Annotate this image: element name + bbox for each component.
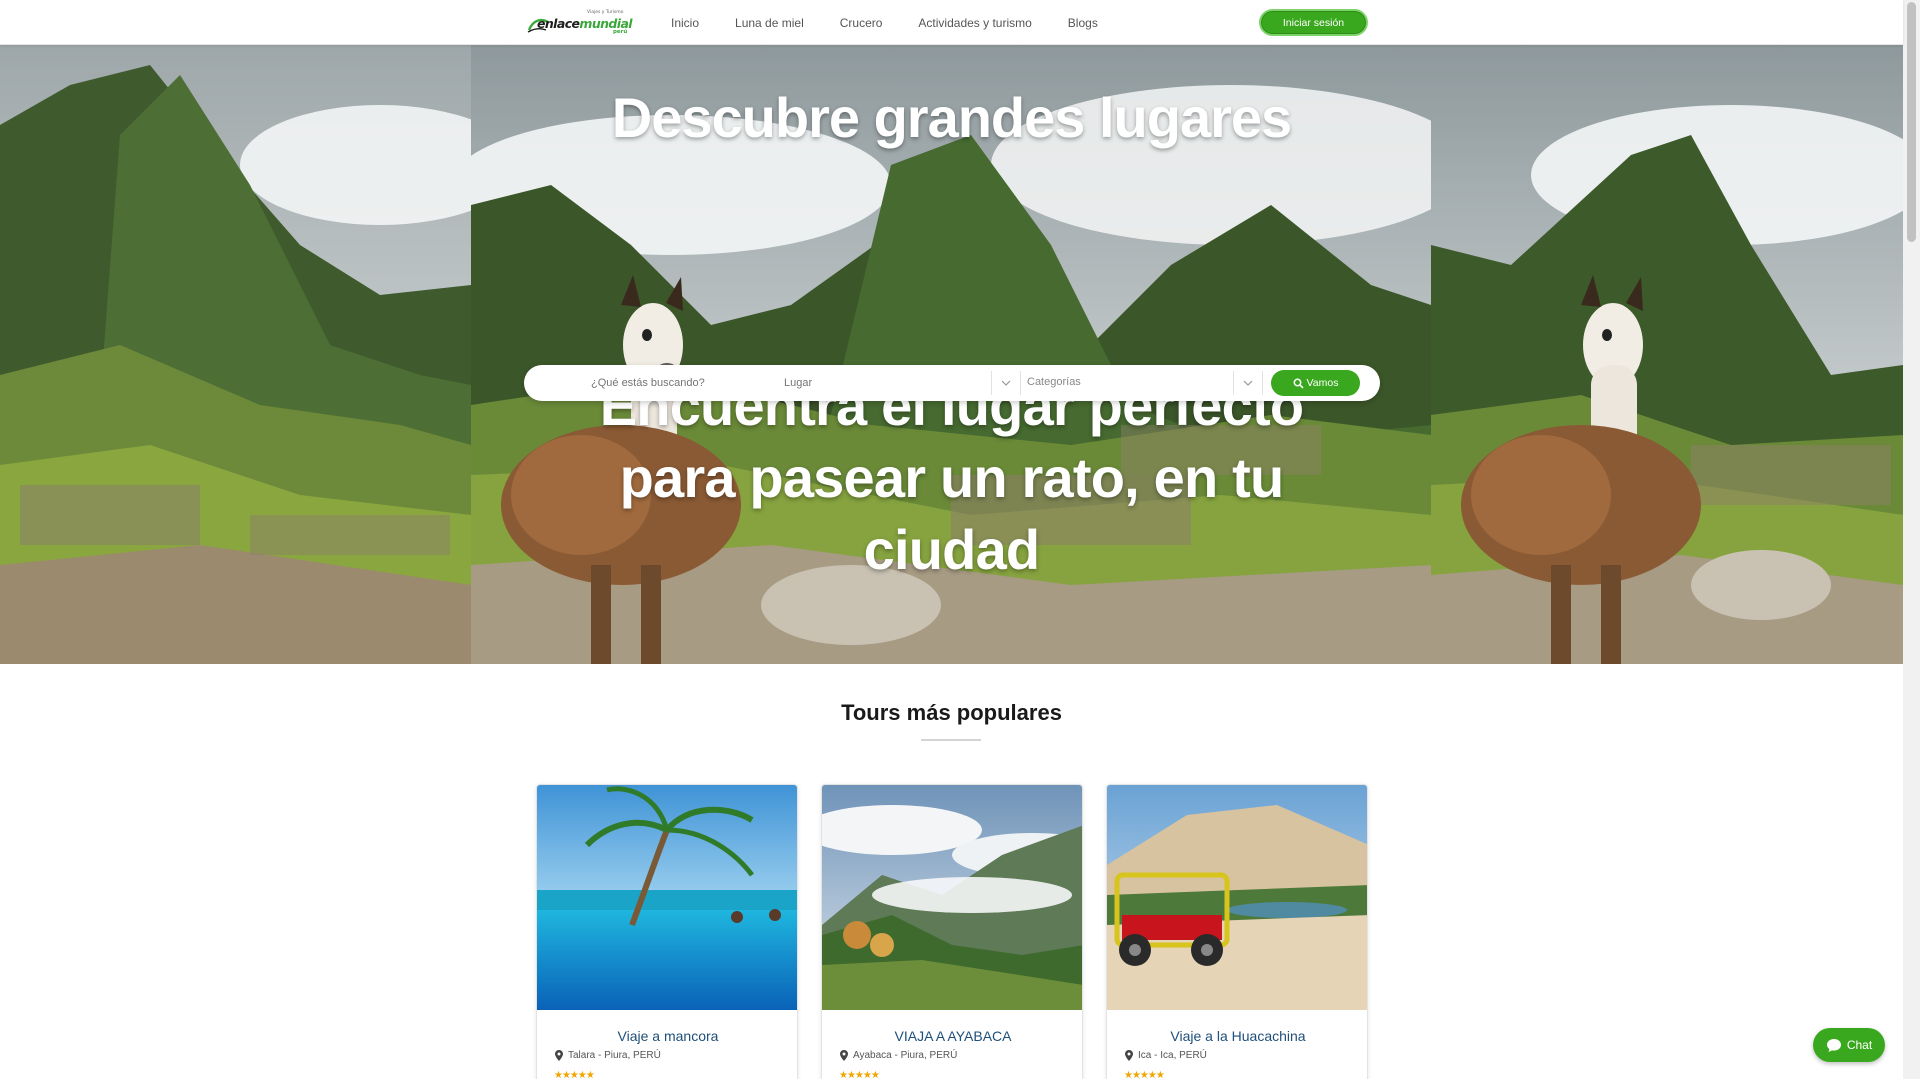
tour-location-text: Talara - Piura, PERÚ — [568, 1050, 661, 1061]
search-divider — [1262, 371, 1263, 395]
login-button[interactable]: Iniciar sesión — [1259, 9, 1368, 36]
logo-text-a: enlace — [537, 16, 580, 31]
nav-item-inicio[interactable]: Inicio — [671, 16, 699, 30]
tour-location-text: Ica - Ica, PERÚ — [1138, 1050, 1207, 1061]
tour-image-huacachina[interactable] — [1107, 785, 1367, 1010]
map-pin-icon — [1125, 1050, 1133, 1061]
page: Viajes y Turismo enlacemundial perú Inic… — [0, 0, 1903, 1079]
tour-location: Talara - Piura, PERÚ — [555, 1050, 661, 1061]
chevron-down-icon[interactable] — [1000, 377, 1012, 389]
search-bar: Categorías Vamos — [524, 365, 1380, 401]
tour-card[interactable]: VIAJA A AYABACA Ayabaca - Piura, PERÚ ★★… — [821, 784, 1083, 1079]
search-input[interactable] — [591, 365, 771, 401]
category-select[interactable]: Categorías — [1027, 376, 1081, 388]
tour-card[interactable]: Viaje a mancora Talara - Piura, PERÚ ★★★… — [536, 784, 798, 1079]
map-pin-icon — [555, 1050, 563, 1061]
search-divider — [1233, 371, 1234, 395]
site-header: Viajes y Turismo enlacemundial perú Inic… — [0, 0, 1903, 45]
nav-item-luna-de-miel[interactable]: Luna de miel — [735, 16, 804, 30]
main-nav: Inicio Luna de miel Crucero Actividades … — [671, 16, 1134, 30]
nav-item-blogs[interactable]: Blogs — [1068, 16, 1098, 30]
chat-label: Chat — [1846, 1038, 1873, 1052]
search-go-button[interactable]: Vamos — [1271, 370, 1360, 396]
tour-title[interactable]: VIAJA A AYABACA — [822, 1028, 1082, 1044]
tour-title[interactable]: Viaje a la Huacachina — [1107, 1028, 1367, 1044]
scrollbar-thumb[interactable] — [1907, 2, 1916, 242]
search-divider — [1020, 371, 1021, 395]
tour-image-ayabaca[interactable] — [822, 785, 1082, 1010]
logo-country: perú — [613, 29, 628, 35]
tour-location: Ica - Ica, PERÚ — [1125, 1050, 1207, 1061]
rating-stars: ★★★★★ — [1124, 1070, 1165, 1079]
section-title: Tours más populares — [841, 700, 1062, 725]
section-divider — [921, 739, 981, 741]
tour-image-mancora[interactable] — [537, 785, 797, 1010]
chevron-down-icon[interactable] — [1242, 377, 1254, 389]
tour-location-text: Ayabaca - Piura, PERÚ — [853, 1050, 958, 1061]
rating-stars: ★★★★★ — [554, 1070, 595, 1079]
rating-stars: ★★★★★ — [839, 1070, 880, 1079]
page-scrollbar[interactable] — [1903, 0, 1920, 1079]
chat-bubble-icon — [1826, 1038, 1841, 1052]
search-go-label: Vamos — [1306, 377, 1339, 389]
tour-card[interactable]: Viaje a la Huacachina Ica - Ica, PERÚ ★★… — [1106, 784, 1368, 1079]
tour-title[interactable]: Viaje a mancora — [537, 1028, 797, 1044]
brand-logo[interactable]: Viajes y Turismo enlacemundial perú — [527, 8, 633, 38]
place-input[interactable] — [784, 365, 1014, 401]
chat-button[interactable]: Chat — [1813, 1028, 1885, 1062]
map-pin-icon — [840, 1050, 848, 1061]
search-icon — [1293, 378, 1304, 389]
search-divider — [991, 371, 992, 395]
hero-title: Descubre grandes lugares — [611, 86, 1292, 149]
hero-subtitle: Encuentra el lugar perfecto para pasear … — [599, 374, 1304, 581]
logo-tagline: Viajes y Turismo — [587, 10, 624, 15]
nav-item-crucero[interactable]: Crucero — [840, 16, 883, 30]
nav-item-actividades[interactable]: Actividades y turismo — [918, 16, 1031, 30]
tour-location: Ayabaca - Piura, PERÚ — [840, 1050, 957, 1061]
